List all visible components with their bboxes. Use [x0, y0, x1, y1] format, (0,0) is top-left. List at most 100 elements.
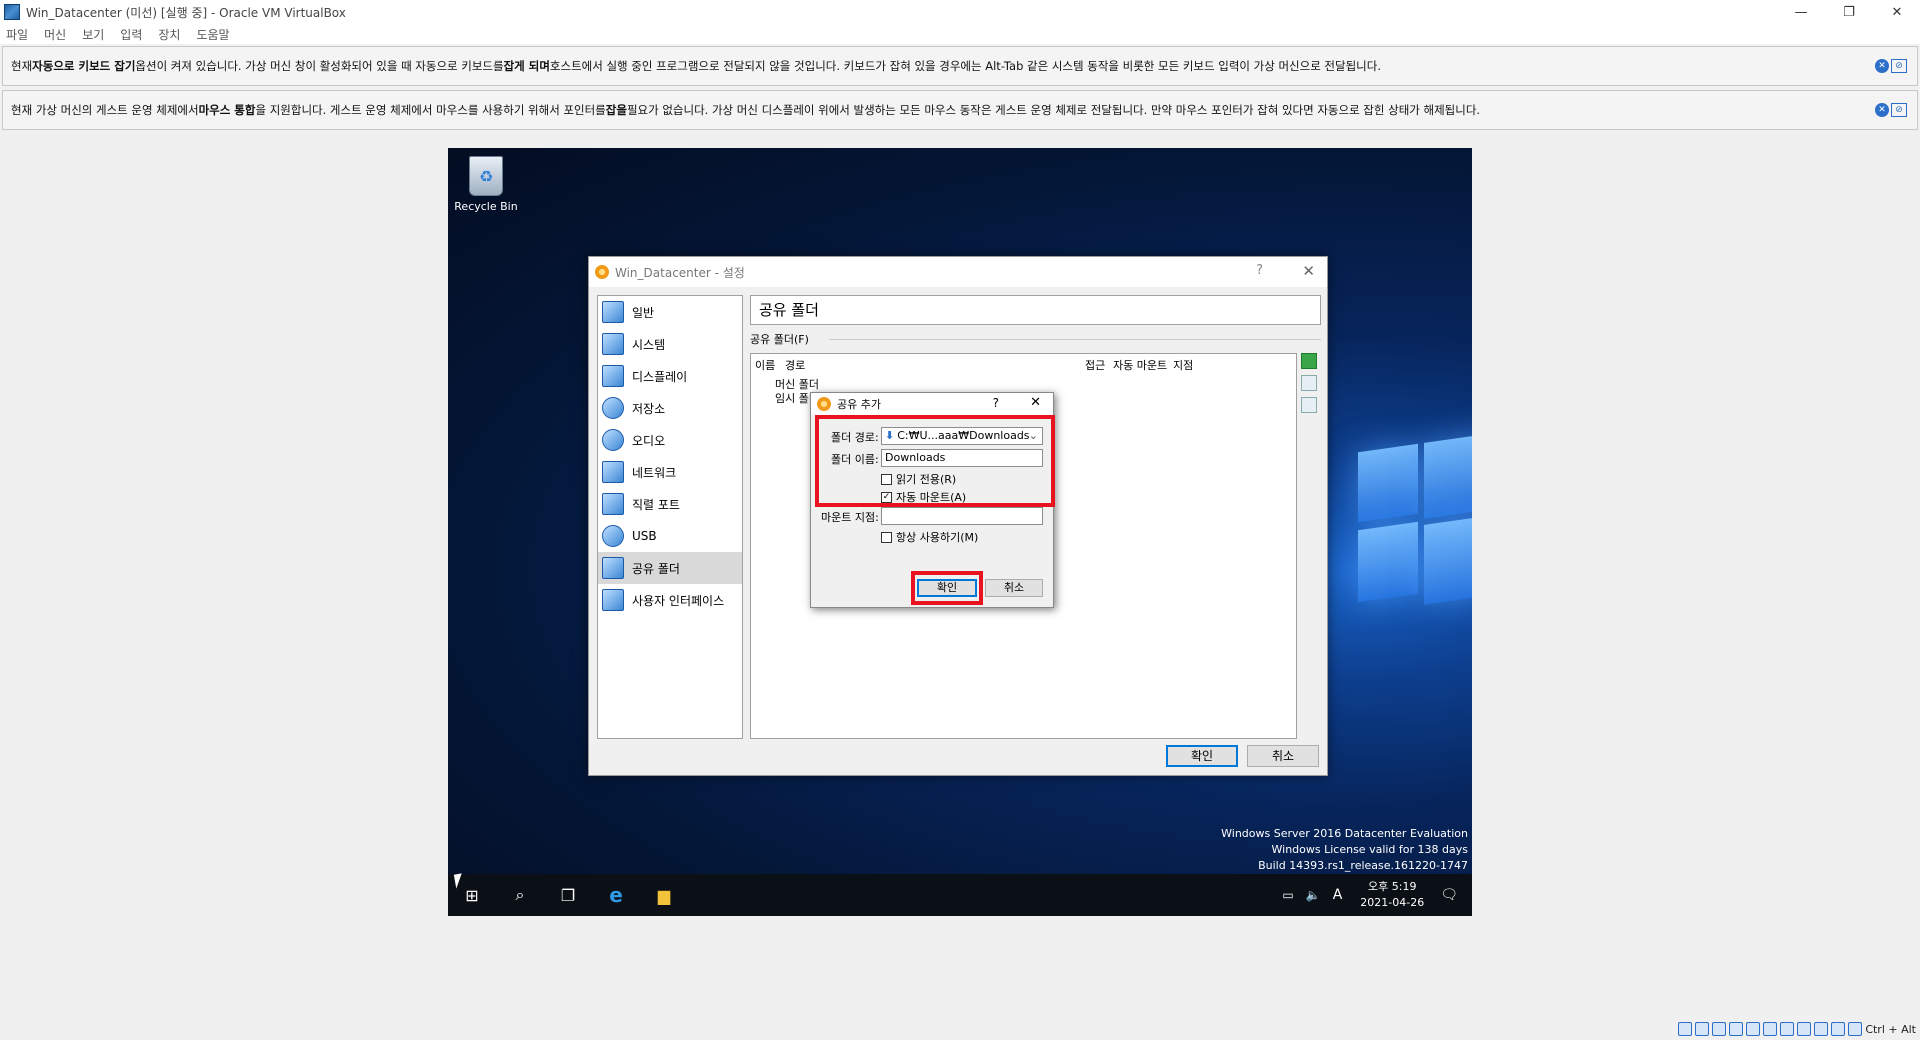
usb-status-icon[interactable] [1746, 1022, 1761, 1036]
folder-path-label: 폴더 경로: [831, 431, 879, 444]
mute-notice-icon[interactable]: ⊘ [1891, 103, 1907, 117]
column-access[interactable]: 접근 [1085, 357, 1105, 373]
shared-folders-group-label: 공유 폴더(F) [750, 333, 809, 346]
category-display[interactable]: 디스플레이 [598, 360, 742, 392]
recording-icon[interactable] [1797, 1022, 1812, 1036]
category-shared-folders[interactable]: 공유 폴더 [598, 552, 742, 584]
network-icon [602, 461, 624, 483]
hard-disk-icon[interactable] [1678, 1022, 1693, 1036]
menu-help[interactable]: 도움말 [196, 26, 229, 43]
column-path[interactable]: 경로 [785, 357, 805, 373]
category-audio[interactable]: 오디오 [598, 424, 742, 456]
checkbox-box [881, 531, 892, 543]
mount-point-input[interactable] [881, 507, 1043, 525]
windows-logo-wallpaper [1328, 408, 1472, 648]
checkbox-label: 읽기 전용(R) [896, 473, 957, 486]
edit-folder-icon[interactable] [1301, 375, 1317, 391]
add-share-ok-button[interactable]: 확인 [917, 579, 977, 597]
settings-ok-button[interactable]: 확인 [1166, 745, 1238, 767]
notice-bold: 자동으로 키보드 잡기 [32, 59, 136, 73]
dialog-icon [817, 397, 831, 411]
menu-file[interactable]: 파일 [6, 26, 28, 43]
category-user-interface[interactable]: 사용자 인터페이스 [598, 584, 742, 616]
settings-cancel-button[interactable]: 취소 [1247, 745, 1319, 767]
add-share-cancel-button[interactable]: 취소 [985, 579, 1043, 597]
mute-notice-icon[interactable]: ⊘ [1891, 59, 1907, 73]
category-general[interactable]: 일반 [598, 296, 742, 328]
notice-text: 호스트에서 실행 중인 프로그램으로 전달되지 않을 것입니다. 키보드가 잡혀… [549, 59, 1381, 73]
close-notice-icon[interactable]: ✕ [1875, 103, 1889, 117]
column-name[interactable]: 이름 [755, 357, 775, 373]
vm-display[interactable]: Recycle Bin Windows Server 2016 Datacent… [448, 148, 1472, 916]
category-storage[interactable]: 저장소 [598, 392, 742, 424]
notice-text: 을 지원합니다. 게스트 운영 체제에서 마우스를 사용하기 위해서 포인터를 [255, 103, 606, 117]
help-button[interactable]: ? [993, 396, 999, 410]
task-view-icon[interactable]: ❐ [544, 874, 592, 916]
category-label: 공유 폴더 [632, 561, 680, 576]
mouse-integration-notice: 현재 가상 머신의 게스트 운영 체제에서 마우스 통합 을 지원합니다. 게스트… [2, 90, 1918, 130]
category-label: 저장소 [632, 401, 666, 416]
volume-muted-icon[interactable]: 🔈 [1306, 888, 1321, 902]
folder-name-label: 폴더 이름: [831, 453, 879, 466]
category-system[interactable]: 시스템 [598, 328, 742, 360]
notice-text: 필요가 없습니다. 가상 머신 디스플레이 위에서 발생하는 모든 마우스 동작… [626, 103, 1481, 117]
keyboard-capture-notice: 현재 자동으로 키보드 잡기 옵션이 켜져 있습니다. 가상 머신 창이 활성화… [2, 46, 1918, 86]
add-share-titlebar: 공유 추가 ? ✕ [811, 393, 1053, 415]
internet-explorer-icon[interactable]: e [592, 874, 640, 916]
column-mountpoint[interactable]: 지점 [1173, 357, 1193, 373]
virtualbox-icon [4, 4, 20, 20]
permanent-checkbox[interactable]: 항상 사용하기(M) [881, 529, 978, 545]
notice-text: 옵션이 켜져 있습니다. 가상 머신 창이 활성화되어 있을 때 자동으로 키보… [135, 59, 504, 73]
category-label: 디스플레이 [632, 369, 688, 384]
monitor-icon [602, 301, 624, 323]
settings-close-button[interactable]: ✕ [1302, 262, 1315, 280]
network-icon[interactable]: ▭ [1282, 888, 1293, 902]
optical-drive-icon[interactable] [1695, 1022, 1710, 1036]
close-notice-icon[interactable]: ✕ [1875, 59, 1889, 73]
file-explorer-icon[interactable]: ▆ [640, 874, 688, 916]
notification-icon[interactable]: 🗨 [1440, 887, 1458, 903]
recycle-bin[interactable]: Recycle Bin [454, 156, 518, 213]
readonly-checkbox[interactable]: 읽기 전용(R) [881, 471, 956, 487]
category-network[interactable]: 네트워크 [598, 456, 742, 488]
usb-icon [602, 525, 624, 547]
help-button[interactable]: ? [1256, 263, 1263, 278]
column-automount[interactable]: 자동 마운트 [1113, 357, 1167, 373]
audio-icon[interactable] [1712, 1022, 1727, 1036]
remove-folder-icon[interactable] [1301, 397, 1317, 413]
shared-folder-status-icon[interactable] [1763, 1022, 1778, 1036]
add-folder-icon[interactable] [1301, 353, 1317, 369]
search-icon[interactable]: ⌕ [496, 874, 544, 916]
folder-path-select[interactable]: ⬇ C:₩U...aaa₩Downloads ⌄ [881, 427, 1043, 445]
menu-devices[interactable]: 장치 [158, 26, 180, 43]
automount-checkbox[interactable]: ✓ 자동 마운트(A) [881, 489, 966, 505]
category-usb[interactable]: USB [598, 520, 742, 552]
close-button[interactable]: ✕ [1874, 0, 1920, 24]
system-tray: ▭ 🔈 A 오후 5:19 2021-04-26 🗨 [1276, 874, 1472, 916]
category-serial-ports[interactable]: 직렬 포트 [598, 488, 742, 520]
menu-input[interactable]: 입력 [120, 26, 142, 43]
clock-date: 2021-04-26 [1360, 896, 1425, 909]
notice-bold: 마우스 통합 [198, 103, 256, 117]
serial-port-icon [602, 493, 624, 515]
checkbox-label: 항상 사용하기(M) [896, 531, 979, 544]
keyboard-capture-icon[interactable] [1848, 1022, 1863, 1036]
add-share-close-button[interactable]: ✕ [1030, 395, 1041, 410]
folder-name-input[interactable]: Downloads [881, 449, 1043, 467]
network-status-icon[interactable] [1729, 1022, 1744, 1036]
mouse-integration-icon[interactable] [1831, 1022, 1846, 1036]
clock[interactable]: 오후 5:19 2021-04-26 [1360, 879, 1424, 911]
cpu-icon[interactable] [1814, 1022, 1829, 1036]
restore-button[interactable]: ❐ [1826, 0, 1872, 24]
menu-machine[interactable]: 머신 [44, 26, 66, 43]
ime-indicator[interactable]: A [1333, 887, 1343, 903]
page-title: 공유 폴더 [750, 295, 1321, 325]
minimize-button[interactable]: — [1778, 0, 1824, 24]
table-header: 이름 경로 접근 자동 마운트 지점 [751, 354, 1296, 374]
host-key-label: Ctrl + Alt [1865, 1022, 1916, 1036]
menu-view[interactable]: 보기 [82, 26, 104, 43]
display-status-icon[interactable] [1780, 1022, 1795, 1036]
category-label: 일반 [632, 305, 655, 320]
category-label: 네트워크 [632, 465, 677, 480]
checkbox-label: 자동 마운트(A) [896, 491, 967, 504]
